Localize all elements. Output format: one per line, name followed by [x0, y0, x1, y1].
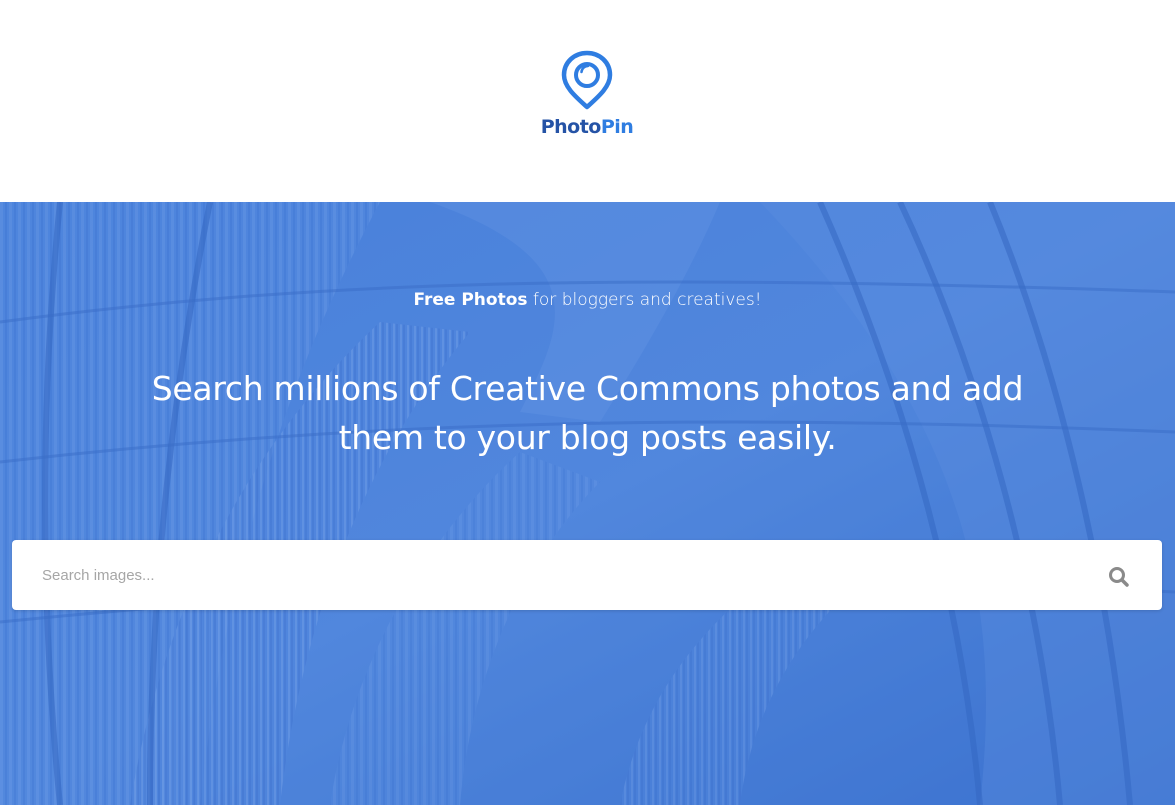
- search-icon: [1109, 567, 1129, 587]
- site-header: PhotoPin: [0, 0, 1175, 202]
- search-bar: [12, 540, 1162, 610]
- hero-headline: Search millions of Creative Commons phot…: [151, 369, 1024, 457]
- hero-tagline: Free Photos for bloggers and creatives!: [0, 290, 1175, 310]
- hero-section: Free Photos for bloggers and creatives! …: [0, 202, 1175, 805]
- search-input[interactable]: [12, 540, 1092, 610]
- search-button[interactable]: [1102, 560, 1136, 594]
- tagline-text: for bloggers and creatives!: [527, 290, 762, 310]
- map-pin-camera-icon: [561, 50, 613, 110]
- logo-wordmark: PhotoPin: [537, 116, 637, 138]
- tagline-highlight: Free Photos: [413, 290, 528, 310]
- logo-word-pin: Pin: [600, 116, 634, 138]
- photopin-logo[interactable]: PhotoPin: [537, 50, 637, 146]
- logo-word-photo: Photo: [540, 116, 602, 138]
